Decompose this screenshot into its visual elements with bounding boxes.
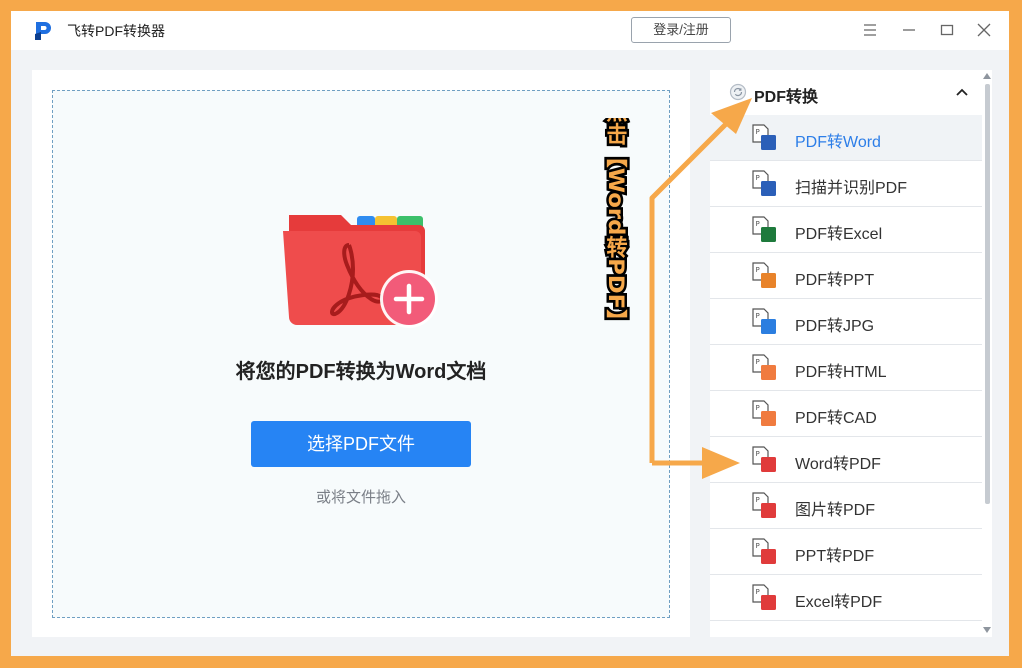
annotation-text: 在PDF转换列表里点击【Word转PDF】 <box>604 118 628 332</box>
pdf-doc-icon: P <box>752 446 776 472</box>
svg-text:P: P <box>756 496 760 504</box>
pdf-doc-icon: P <box>752 584 776 610</box>
file-drop-zone[interactable]: 将您的PDF转换为Word文档 选择PDF文件 或将文件拖入 <box>52 90 670 618</box>
sidebar-item-label: PPT转PDF <box>795 548 875 565</box>
sidebar-item[interactable]: P Word转PDF <box>710 437 982 483</box>
svg-text:P: P <box>756 220 760 228</box>
sidebar-item-label: PDF转PPT <box>795 272 875 289</box>
svg-text:P: P <box>756 542 760 550</box>
svg-text:P: P <box>756 174 760 182</box>
app-title: 飞转PDF转换器 <box>67 23 165 39</box>
word-doc-icon: P <box>752 170 776 196</box>
word-doc-icon: P <box>752 124 776 150</box>
pdf-doc-icon: P <box>752 492 776 518</box>
refresh-circle-icon <box>729 83 747 101</box>
excel-doc-icon: P <box>752 216 776 242</box>
pdf-conversion-section-header[interactable]: PDF转换 <box>710 70 982 115</box>
scroll-up-icon[interactable] <box>983 73 991 79</box>
menu-icon[interactable] <box>861 21 879 39</box>
maximize-icon[interactable] <box>938 21 956 39</box>
cad-doc-icon: P <box>752 400 776 426</box>
sidebar-item[interactable]: P PPT转PDF <box>710 529 982 575</box>
sidebar-item[interactable]: P PDF转PPT <box>710 253 982 299</box>
title-bar: 飞转PDF转换器 登录/注册 <box>11 11 1009 50</box>
svg-text:P: P <box>756 450 760 458</box>
sidebar-item[interactable]: P PDF转CAD <box>710 391 982 437</box>
sidebar-item-label: 图片转PDF <box>795 502 876 519</box>
chevron-up-icon[interactable] <box>954 84 970 100</box>
pdf-doc-icon: P <box>752 538 776 564</box>
sidebar-item[interactable]: P PDF转HTML <box>710 345 982 391</box>
instruction-annotation: 在PDF转换列表里点击【Word转PDF】 <box>602 118 631 335</box>
sidebar-item-label: PDF转Word <box>795 134 881 151</box>
login-register-button[interactable]: 登录/注册 <box>631 17 731 43</box>
sidebar-item-label: PDF转JPG <box>795 318 875 335</box>
sidebar-item-label: 扫描并识别PDF <box>795 180 908 197</box>
ppt-doc-icon: P <box>752 262 776 288</box>
sidebar-item[interactable]: P 扫描并识别PDF <box>710 161 982 207</box>
sidebar-scrollbar[interactable] <box>982 70 992 637</box>
svg-text:P: P <box>756 358 760 366</box>
drop-zone-title: 将您的PDF转换为Word文档 <box>235 361 487 383</box>
sidebar-item-label: PDF转HTML <box>795 364 887 381</box>
conversion-sidebar: PDF转换 P PDF转Word P 扫描并识别PDF P PDF转Excel P PDF转P… <box>710 70 982 637</box>
sidebar-item-label: Word转PDF <box>795 456 881 473</box>
close-icon[interactable] <box>975 21 993 39</box>
pdf-folder-add-icon <box>283 215 438 328</box>
svg-text:P: P <box>756 404 760 412</box>
sidebar-item[interactable]: P 图片转PDF <box>710 483 982 529</box>
sidebar-item[interactable]: P PDF转JPG <box>710 299 982 345</box>
html-doc-icon: P <box>752 354 776 380</box>
sidebar-item[interactable]: P PDF转Word <box>710 115 982 161</box>
scrollbar-thumb[interactable] <box>985 84 990 504</box>
main-panel: 将您的PDF转换为Word文档 选择PDF文件 或将文件拖入 <box>32 70 690 637</box>
sidebar-item[interactable]: P Excel转PDF <box>710 575 982 621</box>
section-title: PDF转换 <box>754 89 819 106</box>
sidebar-item-label: Excel转PDF <box>795 594 883 611</box>
image-doc-icon: P <box>752 308 776 334</box>
svg-text:P: P <box>756 588 760 596</box>
svg-text:P: P <box>756 128 760 136</box>
app-logo-icon <box>35 22 51 40</box>
sidebar-item[interactable]: P PDF转Excel <box>710 207 982 253</box>
svg-text:P: P <box>756 312 760 320</box>
sidebar-item-label: PDF转CAD <box>795 410 877 427</box>
conversion-list: P PDF转Word P 扫描并识别PDF P PDF转Excel P PDF转PPT P PDF… <box>710 115 982 621</box>
sidebar-item-label: PDF转Excel <box>795 226 883 243</box>
drag-hint-text: 或将文件拖入 <box>315 489 406 506</box>
minimize-icon[interactable] <box>900 21 918 39</box>
scroll-down-icon[interactable] <box>983 627 991 633</box>
select-pdf-file-button[interactable]: 选择PDF文件 <box>251 421 471 467</box>
app-window: 飞转PDF转换器 登录/注册 将您的PDF转换为Word文档 选择PDF文件 或… <box>11 11 1009 656</box>
svg-text:P: P <box>756 266 760 274</box>
